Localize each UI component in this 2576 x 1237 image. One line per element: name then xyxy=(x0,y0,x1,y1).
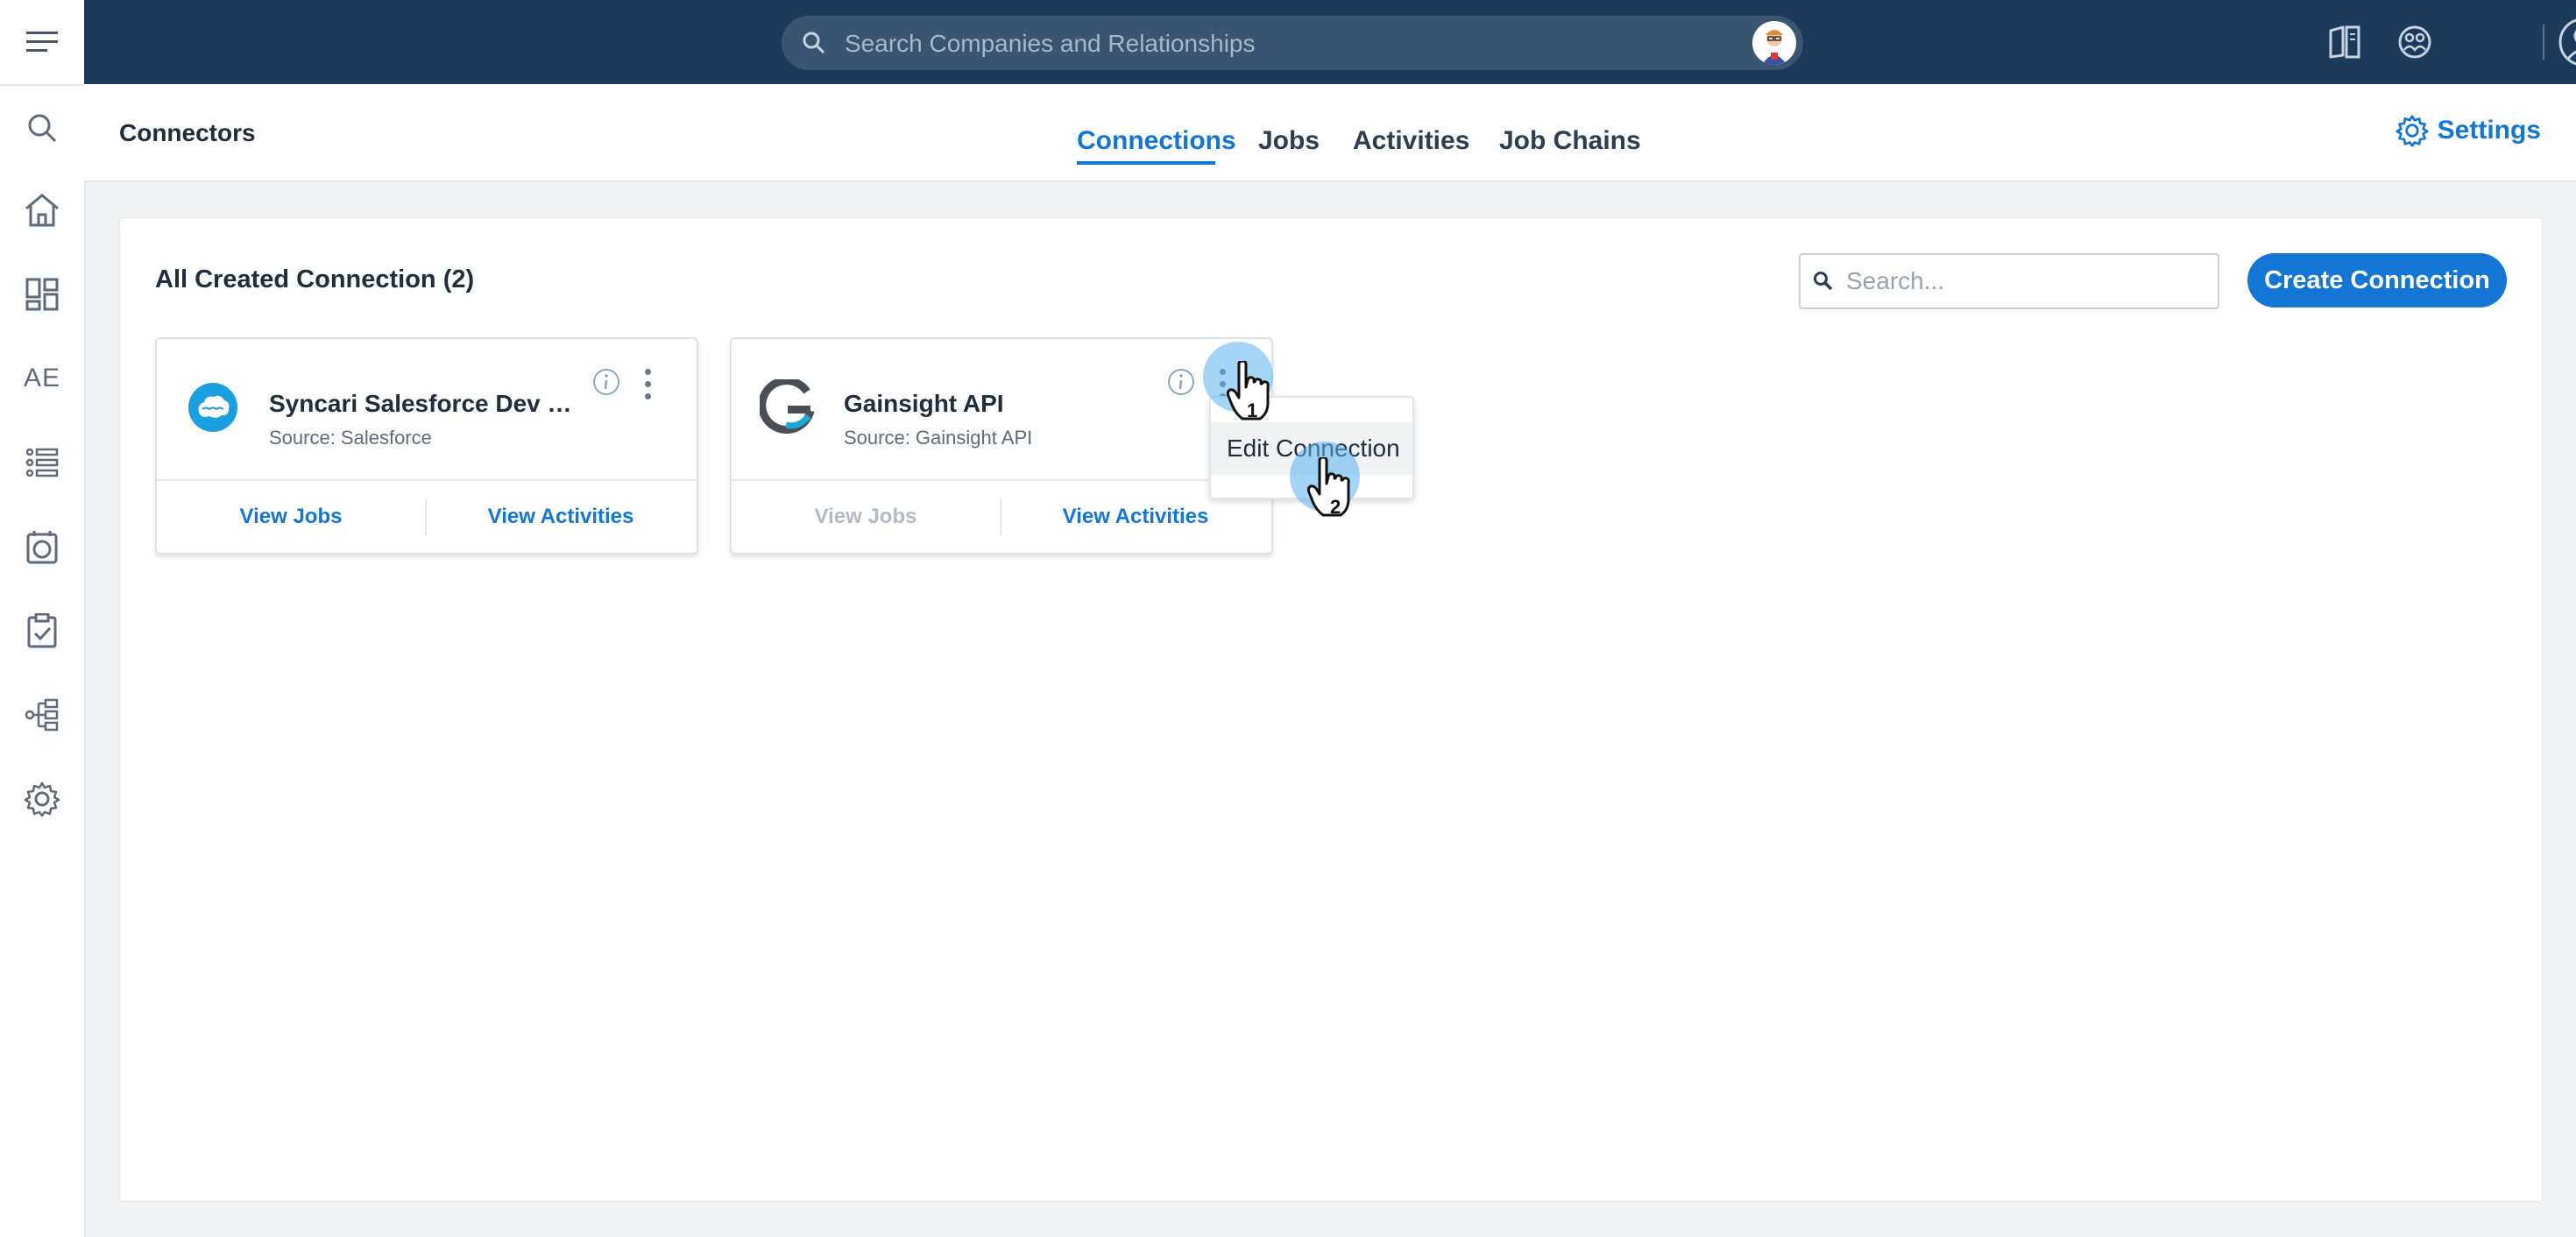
search-icon xyxy=(1814,272,1833,291)
book-icon xyxy=(2329,25,2360,59)
connection-source: Source: Salesforce xyxy=(269,427,432,449)
info-button[interactable] xyxy=(591,367,621,397)
info-icon xyxy=(593,369,619,395)
create-connection-button[interactable]: Create Connection xyxy=(2247,253,2507,307)
list-icon xyxy=(25,448,59,477)
salesforce-logo xyxy=(185,379,241,435)
settings-button[interactable]: Settings xyxy=(2396,114,2541,147)
card-footer: View Jobs View Activities xyxy=(157,479,697,553)
text-icon: AE xyxy=(23,364,61,392)
left-sidebar: AE xyxy=(0,0,86,1237)
search-icon xyxy=(803,32,825,54)
connection-name: Gainsight API xyxy=(844,390,1004,417)
tab-activities[interactable]: Activities xyxy=(1353,126,1469,156)
sidebar-item-dashboards[interactable] xyxy=(0,259,84,329)
settings-label: Settings xyxy=(2437,116,2541,145)
kebab-menu-button[interactable] xyxy=(642,369,653,400)
page-title: Connectors xyxy=(119,119,256,146)
network-button[interactable] xyxy=(2388,16,2441,68)
sidebar-item-list[interactable] xyxy=(0,428,84,498)
kebab-dot xyxy=(645,381,651,387)
dashboard-grid-icon xyxy=(25,278,59,311)
click-step-number: 2 xyxy=(1330,496,1341,518)
user-profile-icon xyxy=(2558,18,2576,66)
connections-heading: All Created Connection (2) xyxy=(155,265,475,293)
sidebar-item-home[interactable] xyxy=(0,175,84,245)
view-activities-link[interactable]: View Activities xyxy=(427,481,695,553)
connection-search-box[interactable] xyxy=(1799,253,2219,309)
topbar-divider xyxy=(2543,25,2544,60)
sidebar-item-settings[interactable] xyxy=(0,764,84,834)
connection-card: Gainsight API Source: Gainsight API View… xyxy=(730,337,1273,555)
tab-job-chains[interactable]: Job Chains xyxy=(1499,126,1641,156)
sidebar-item-hierarchy[interactable] xyxy=(0,680,84,750)
gainsight-logo xyxy=(760,379,816,435)
home-icon xyxy=(25,194,59,227)
global-search-input[interactable] xyxy=(843,16,1723,72)
tab-jobs[interactable]: Jobs xyxy=(1258,126,1320,156)
hamburger-menu-button[interactable] xyxy=(0,0,84,86)
sidebar-item-tasks[interactable] xyxy=(0,596,84,666)
active-tab-indicator xyxy=(1077,161,1215,165)
connection-name: Syncari Salesforce Dev Con... xyxy=(269,390,584,417)
connection-card: Syncari Salesforce Dev Con... Source: Sa… xyxy=(155,337,698,555)
timeline-icon xyxy=(26,531,58,564)
connection-source: Source: Gainsight API xyxy=(844,427,1033,449)
network-globe-icon xyxy=(2398,25,2431,59)
sidebar-item-timeline[interactable] xyxy=(0,512,84,582)
kebab-dot xyxy=(645,393,651,399)
info-button[interactable] xyxy=(1166,367,1196,397)
search-icon xyxy=(28,114,57,143)
view-jobs-link: View Jobs xyxy=(814,505,917,528)
global-search-bar[interactable] xyxy=(782,16,1803,72)
sidebar-item-search[interactable] xyxy=(0,93,84,163)
card-footer: View Jobs View Activities xyxy=(732,479,1271,553)
top-navigation-bar xyxy=(84,0,2576,84)
view-jobs-link[interactable]: View Jobs xyxy=(157,481,425,553)
sidebar-item-ae[interactable]: AE xyxy=(0,343,84,414)
page-header: Connectors Connections Jobs Activities J… xyxy=(84,84,2576,182)
hierarchy-icon xyxy=(25,698,59,732)
menu-icon xyxy=(26,32,58,52)
assistant-avatar[interactable] xyxy=(1752,21,1796,65)
tab-connections[interactable]: Connections xyxy=(1077,126,1236,156)
gear-icon xyxy=(2396,115,2429,147)
info-icon xyxy=(1168,369,1194,395)
click-step-number: 1 xyxy=(1247,399,1258,421)
kebab-dot xyxy=(645,369,651,375)
connection-search-input[interactable] xyxy=(1844,255,2207,307)
user-profile-button[interactable] xyxy=(2557,16,2576,68)
clipboard-check-icon xyxy=(27,613,57,648)
gear-icon xyxy=(24,781,60,817)
avatar-illustration-icon xyxy=(1752,21,1796,65)
connections-panel: All Created Connection (2) Create Connec… xyxy=(119,217,2543,1202)
docs-button[interactable] xyxy=(2318,16,2371,68)
